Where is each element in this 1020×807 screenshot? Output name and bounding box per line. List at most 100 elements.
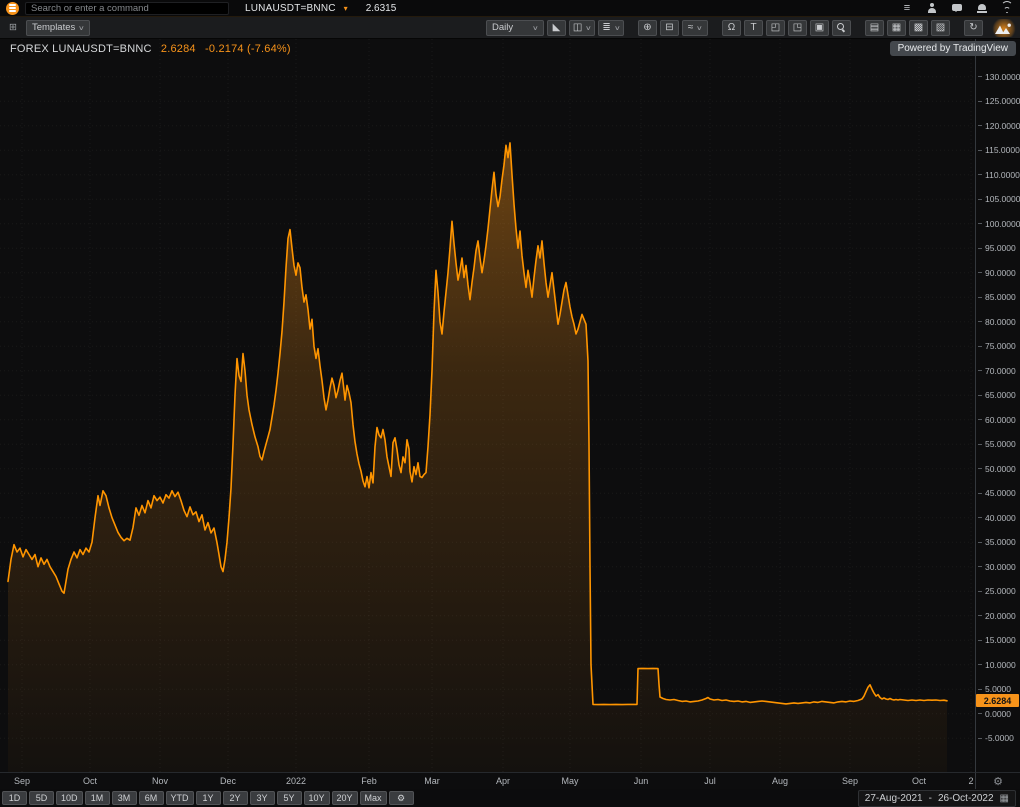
y-axis-label: -5.0000 <box>978 733 1014 743</box>
axis-settings-gear-icon[interactable]: ⚙ <box>993 775 1003 788</box>
x-axis-label: May <box>561 776 578 786</box>
compare-icon[interactable]: ⊕ <box>638 20 657 36</box>
templates-button[interactable]: Templates ∨ <box>26 20 90 36</box>
snapshot-icon[interactable]: ▣ <box>810 20 829 36</box>
symbol-dropdown-caret-icon[interactable]: ▾ <box>344 4 348 13</box>
x-axis-label: 2022 <box>286 776 306 786</box>
app-logo-icon[interactable] <box>6 2 19 15</box>
layout-template-icon-glyph: ▨ <box>936 22 945 33</box>
range-button-10y[interactable]: 10Y <box>304 791 330 805</box>
indicators-icon-glyph: ≈ <box>688 22 694 33</box>
range-button-5y[interactable]: 5Y <box>277 791 302 805</box>
y-axis-label: 10.0000 <box>978 660 1016 670</box>
y-axis-value: 85.0000 <box>985 292 1016 302</box>
x-axis-label: Oct <box>83 776 97 786</box>
save-template-icon[interactable]: ▩ <box>909 20 928 36</box>
y-axis-label: 115.0000 <box>978 145 1020 155</box>
price-area-fill <box>8 143 947 772</box>
y-axis-label: 25.0000 <box>978 586 1016 596</box>
chart-style-icon[interactable]: ◣ <box>547 20 566 36</box>
tick-mark <box>978 272 982 273</box>
add-pane-icon[interactable]: ⊞ <box>4 20 22 36</box>
range-button-5d[interactable]: 5D <box>29 791 54 805</box>
y-axis-label: 30.0000 <box>978 562 1016 572</box>
text-tool-icon[interactable]: T <box>744 20 763 36</box>
tick-mark <box>978 297 982 298</box>
range-button-3y[interactable]: 3Y <box>250 791 275 805</box>
line-style-icon-glyph: ≣ <box>602 22 610 33</box>
candles-icon[interactable]: ◫∨ <box>569 20 595 36</box>
tick-mark <box>978 542 982 543</box>
range-button-1m[interactable]: 1M <box>85 791 110 805</box>
notifications-bell-icon[interactable] <box>975 1 989 15</box>
range-button-1d[interactable]: 1D <box>2 791 27 805</box>
price-area-chart[interactable] <box>0 39 975 772</box>
candles-icon-glyph: ◫ <box>573 22 582 33</box>
y-axis-value: 0.0000 <box>985 709 1011 719</box>
x-axis-label: Aug <box>772 776 788 786</box>
user-icon[interactable] <box>925 1 939 15</box>
symbol-ticker[interactable]: LUNAUSDT=BNNC <box>245 3 336 14</box>
text-tool-icon-glyph: T <box>750 22 756 33</box>
tick-mark <box>978 664 982 665</box>
maximize-icon[interactable]: ◳ <box>788 20 807 36</box>
range-button-1y[interactable]: 1Y <box>196 791 221 805</box>
magnet-icon[interactable]: Ω <box>722 20 741 36</box>
chart-pane[interactable]: FOREX LUNAUSDT=BNNC 2.6284 -0.2174 (-7.6… <box>0 39 1020 789</box>
notifications-bell-icon <box>977 3 987 13</box>
y-axis-label: 15.0000 <box>978 635 1016 645</box>
chat-icon <box>952 3 962 13</box>
interval-select[interactable]: Daily ∨ <box>486 20 544 36</box>
maximize-icon-glyph: ◳ <box>793 22 802 33</box>
tick-mark <box>978 591 982 592</box>
price-axis[interactable]: 130.0000125.0000120.0000115.0000110.0000… <box>975 39 1020 772</box>
tick-mark <box>978 444 982 445</box>
powered-by-tradingview-badge[interactable]: Powered by TradingView <box>890 41 1016 56</box>
x-axis-label: Nov <box>152 776 168 786</box>
y-axis-value: -5.0000 <box>985 733 1014 743</box>
x-axis-label: Sep <box>14 776 30 786</box>
menu-icon[interactable]: ≡ <box>900 1 914 15</box>
y-axis-value: 10.0000 <box>985 660 1016 670</box>
chat-icon[interactable] <box>950 1 964 15</box>
tradingview-logo-icon[interactable] <box>992 19 1016 37</box>
tick-mark <box>978 174 982 175</box>
range-button-max[interactable]: Max <box>360 791 387 805</box>
range-button-10d[interactable]: 10D <box>56 791 83 805</box>
range-button-20y[interactable]: 20Y <box>332 791 358 805</box>
y-axis-label: 105.0000 <box>978 194 1020 204</box>
connection-wifi-icon[interactable] <box>1000 1 1014 15</box>
pane-view-icon[interactable]: ▤ <box>865 20 884 36</box>
calendar-icon: ▦ <box>1000 793 1009 804</box>
range-button-3m[interactable]: 3M <box>112 791 137 805</box>
line-style-icon[interactable]: ≣∨ <box>598 20 624 36</box>
range-settings-gear-icon[interactable]: ⚙ <box>389 791 414 805</box>
range-button-6m[interactable]: 6M <box>139 791 164 805</box>
range-button-ytd[interactable]: YTD <box>166 791 194 805</box>
tick-mark <box>978 370 982 371</box>
legend-price: 2.6284 <box>161 43 196 55</box>
tick-mark <box>978 713 982 714</box>
date-range-selector[interactable]: 27-Aug-2021 - 26-Oct-2022 ▦ <box>858 790 1016 807</box>
fullscreen-icon[interactable]: ◰ <box>766 20 785 36</box>
chart-style-icon-glyph: ◣ <box>553 22 561 33</box>
x-axis-label: 2 <box>968 776 973 786</box>
y-axis-label: 0.0000 <box>978 709 1011 719</box>
top-right-icons: ≡ <box>900 1 1014 15</box>
zoom-icon <box>837 23 846 32</box>
reset-chart-icon[interactable]: ↻ <box>964 20 983 36</box>
grid-layout-icon[interactable]: ▦ <box>887 20 906 36</box>
layout-template-icon[interactable]: ▨ <box>931 20 950 36</box>
toolbar-icon-buttons: ◣ ◫∨≣∨ ⊕⊟≈∨ ΩT ◰ ◳ ▣ ▤▦▩ ▨ ↻ <box>547 20 983 36</box>
indicators-icon[interactable]: ≈∨ <box>682 20 708 36</box>
command-search-input[interactable] <box>25 2 229 15</box>
tick-mark <box>978 738 982 739</box>
date-range-end: 26-Oct-2022 <box>938 793 994 804</box>
add-symbol-icon[interactable]: ⊟ <box>660 20 679 36</box>
y-axis-label: 120.0000 <box>978 121 1020 131</box>
x-axis-label: Sep <box>842 776 858 786</box>
time-axis[interactable]: SepOctNovDec2022FebMarAprMayJunJulAugSep… <box>0 772 975 789</box>
zoom-icon[interactable] <box>832 20 851 36</box>
symbol-last-value: 2.6315 <box>366 3 397 14</box>
range-button-2y[interactable]: 2Y <box>223 791 248 805</box>
